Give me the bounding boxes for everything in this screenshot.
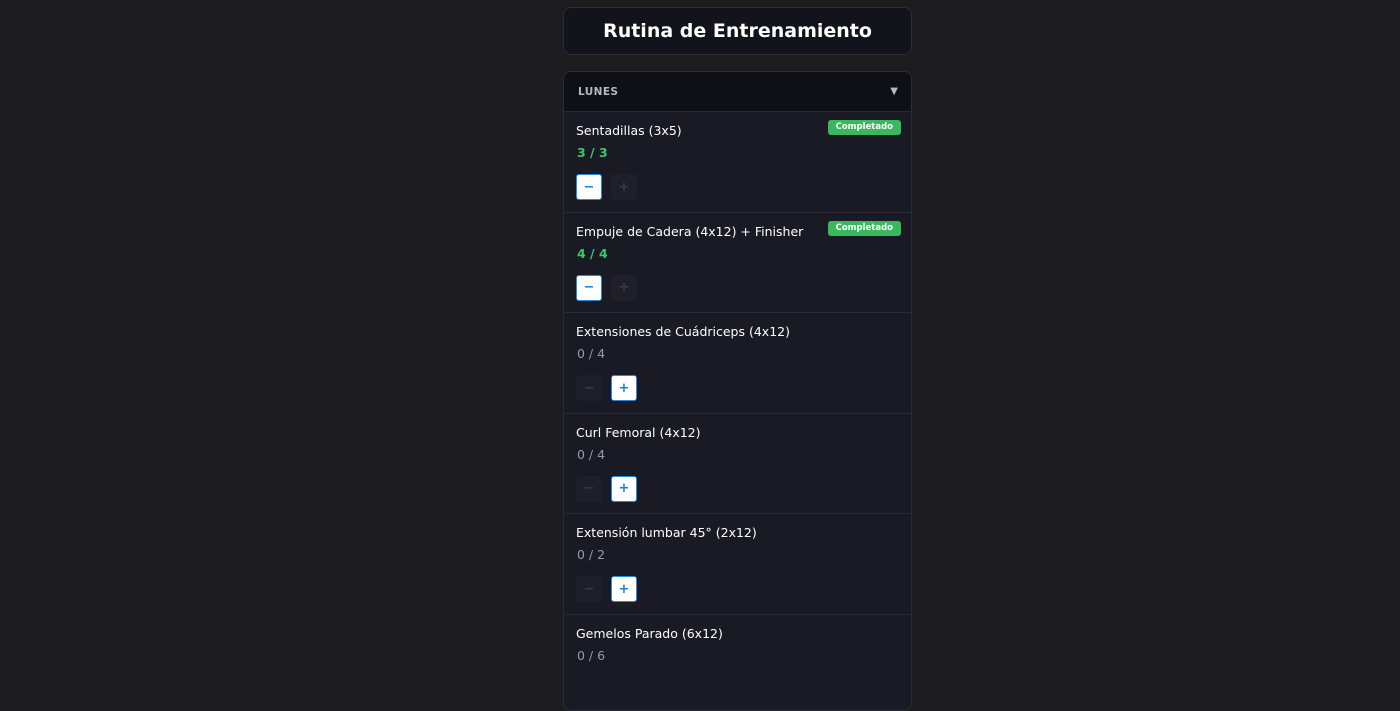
day-label: LUNES bbox=[578, 86, 618, 98]
decrement-set-button[interactable]: − bbox=[576, 375, 602, 401]
exercise-name: Extensiones de Cuádriceps (4x12) bbox=[576, 323, 899, 341]
minus-icon: − bbox=[584, 281, 595, 294]
title-card: Rutina de Entrenamiento bbox=[563, 7, 912, 55]
day-header-monday[interactable]: LUNES ▼ bbox=[564, 72, 911, 112]
exercise-name: Gemelos Parado (6x12) bbox=[576, 625, 899, 643]
increment-set-button[interactable]: + bbox=[611, 375, 637, 401]
exercise-set-count: 4 / 4 bbox=[576, 245, 899, 263]
set-controls: − + bbox=[576, 375, 637, 401]
completed-badge: Completado bbox=[828, 221, 901, 236]
minus-icon: − bbox=[584, 382, 595, 395]
minus-icon: − bbox=[584, 482, 595, 495]
decrement-set-button[interactable]: − bbox=[576, 275, 602, 301]
set-controls: − + bbox=[576, 576, 637, 602]
exercise-set-count: 0 / 4 bbox=[576, 446, 899, 464]
routine-container: Rutina de Entrenamiento LUNES ▼ Sentadil… bbox=[563, 7, 912, 55]
exercise-name: Curl Femoral (4x12) bbox=[576, 424, 899, 442]
plus-icon: + bbox=[619, 583, 630, 596]
minus-icon: − bbox=[584, 181, 595, 194]
set-controls: − + bbox=[576, 476, 637, 502]
exercise-item: Gemelos Parado (6x12) 0 / 6 bbox=[564, 615, 911, 711]
exercise-set-count: 3 / 3 bbox=[576, 144, 899, 162]
plus-icon: + bbox=[619, 181, 630, 194]
exercise-set-count: 0 / 6 bbox=[576, 647, 899, 665]
plus-icon: + bbox=[619, 382, 630, 395]
exercise-item: Curl Femoral (4x12) 0 / 4 − + bbox=[564, 414, 911, 515]
minus-icon: − bbox=[584, 583, 595, 596]
chevron-down-icon[interactable]: ▼ bbox=[890, 86, 898, 97]
exercise-item: Sentadillas (3x5) 3 / 3 Completado − + bbox=[564, 112, 911, 213]
exercise-item: Extensiones de Cuádriceps (4x12) 0 / 4 −… bbox=[564, 313, 911, 414]
set-controls: − + bbox=[576, 275, 637, 301]
increment-set-button[interactable]: + bbox=[611, 275, 637, 301]
plus-icon: + bbox=[619, 482, 630, 495]
exercise-set-count: 0 / 2 bbox=[576, 546, 899, 564]
decrement-set-button[interactable]: − bbox=[576, 476, 602, 502]
increment-set-button[interactable]: + bbox=[611, 174, 637, 200]
plus-icon: + bbox=[619, 281, 630, 294]
increment-set-button[interactable]: + bbox=[611, 476, 637, 502]
completed-badge: Completado bbox=[828, 120, 901, 135]
exercise-name: Extensión lumbar 45° (2x12) bbox=[576, 524, 899, 542]
increment-set-button[interactable]: + bbox=[611, 576, 637, 602]
exercise-item: Extensión lumbar 45° (2x12) 0 / 2 − + bbox=[564, 514, 911, 615]
set-controls: − + bbox=[576, 174, 637, 200]
page-title: Rutina de Entrenamiento bbox=[603, 20, 872, 42]
decrement-set-button[interactable]: − bbox=[576, 576, 602, 602]
day-card-monday: LUNES ▼ Sentadillas (3x5) 3 / 3 Completa… bbox=[563, 71, 912, 711]
exercise-item: Empuje de Cadera (4x12) + Finisher 4 / 4… bbox=[564, 213, 911, 314]
decrement-set-button[interactable]: − bbox=[576, 174, 602, 200]
exercise-set-count: 0 / 4 bbox=[576, 345, 899, 363]
